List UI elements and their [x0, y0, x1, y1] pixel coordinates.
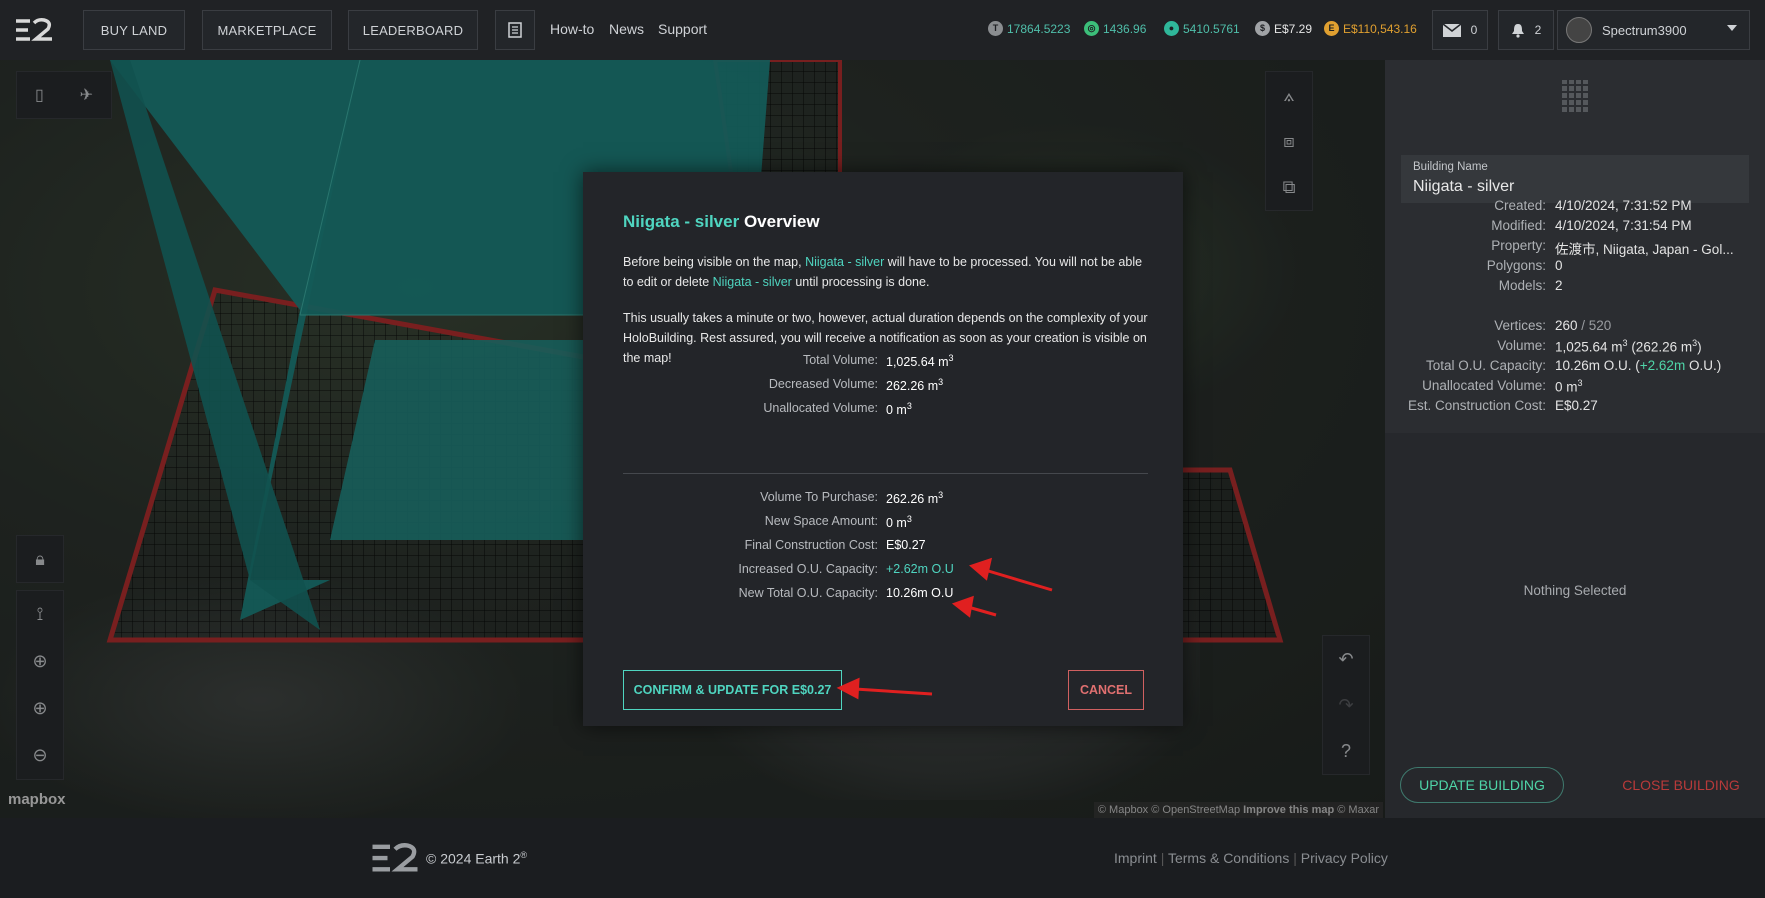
row-label: Total Volume:	[802, 353, 878, 367]
essence-icon: ●	[1164, 21, 1179, 36]
token-icon: T	[988, 21, 1003, 36]
confirm-update-button[interactable]: CONFIRM & UPDATE FOR E$0.27	[623, 670, 842, 710]
earth2-logo[interactable]	[370, 843, 420, 873]
copyright: © 2024 Earth 2®	[426, 850, 528, 867]
purchase-row: Final Construction Cost: E$0.27	[623, 538, 1148, 558]
top-nav-bar: BUY LAND MARKETPLACE LEADERBOARD How-to …	[0, 0, 1765, 60]
token-stat-3[interactable]: ● 5410.5761	[1164, 21, 1240, 36]
divider	[623, 473, 1148, 474]
building-icon	[1560, 80, 1588, 114]
token-stat-2[interactable]: ◎ 1436.96	[1084, 21, 1146, 36]
imprint-link[interactable]: Imprint	[1114, 850, 1157, 866]
earth2-logo[interactable]	[14, 18, 54, 42]
dialog-paragraph-1: Before being visible on the map, Niigata…	[623, 255, 1143, 289]
coin-icon: E	[1324, 21, 1339, 36]
prop-row: Polygons: 0	[1486, 258, 1563, 273]
avatar	[1566, 17, 1592, 43]
prop-row: Property: 佐渡市, Niigata, Japan - Gol...	[1491, 238, 1734, 257]
marketplace-button[interactable]: MARKETPLACE	[202, 10, 332, 50]
dialog-title: Niigata - silver Overview	[623, 212, 820, 231]
purchase-row: New Space Amount: 0 m3	[623, 514, 1148, 534]
prop-vertices: Vertices: 260 / 520	[1494, 318, 1612, 333]
row-value: E$0.27	[886, 538, 926, 552]
total-stat[interactable]: E E$110,543.16	[1324, 21, 1417, 36]
purchase-row: Volume To Purchase: 262.26 m3	[623, 490, 1148, 510]
prop-row: Created: 4/10/2024, 7:31:52 PM	[1494, 198, 1692, 213]
row-value: 10.26m O.U	[886, 586, 954, 600]
news-link[interactable]: News	[609, 21, 644, 37]
prop-volume: Volume: 1,025.64 m3 (262.26 m3)	[1497, 338, 1702, 355]
row-value: 0 m3	[886, 514, 912, 531]
chevron-down-icon	[1727, 25, 1737, 31]
footer-links: Imprint | Terms & Conditions | Privacy P…	[1114, 850, 1388, 866]
prop-row: Modified: 4/10/2024, 7:31:54 PM	[1491, 218, 1692, 233]
nothing-selected: Nothing Selected	[1523, 583, 1627, 598]
row-value: 262.26 m3	[886, 490, 944, 507]
cancel-button[interactable]: CANCEL	[1068, 670, 1144, 710]
prop-row: Models: 2	[1498, 278, 1563, 293]
row-label: Increased O.U. Capacity:	[738, 562, 878, 576]
user-menu[interactable]: Spectrum3900	[1557, 10, 1750, 50]
username: Spectrum3900	[1602, 22, 1687, 38]
purchase-row: Increased O.U. Capacity: +2.62m O.U	[623, 562, 1148, 582]
ether-icon: ◎	[1084, 21, 1099, 36]
terms-link[interactable]: Terms & Conditions	[1168, 850, 1289, 866]
volume-row: Decreased Volume: 262.26 m3	[623, 377, 1148, 397]
prop-ou-capacity: Total O.U. Capacity: 10.26m O.U. (+2.62m …	[1425, 358, 1722, 373]
purchase-row: New Total O.U. Capacity: 10.26m O.U	[623, 586, 1148, 606]
mail-icon	[1442, 23, 1461, 37]
overview-dialog: Niigata - silver Overview Before being v…	[583, 172, 1183, 726]
row-label: New Total O.U. Capacity:	[738, 586, 878, 600]
row-label: Unallocated Volume:	[763, 401, 878, 415]
volume-row: Unallocated Volume: 0 m3	[623, 401, 1148, 421]
token-stat-1[interactable]: T 17864.5223	[988, 21, 1070, 36]
prop-unallocated: Unallocated Volume: 0 m3	[1422, 378, 1583, 395]
support-link[interactable]: Support	[658, 21, 707, 37]
howto-link[interactable]: How-to	[550, 21, 594, 37]
buy-land-button[interactable]: BUY LAND	[83, 10, 185, 50]
leaderboard-button[interactable]: LEADERBOARD	[348, 10, 478, 50]
balance-stat[interactable]: $ E$7.29	[1255, 21, 1312, 36]
row-label: New Space Amount:	[764, 514, 878, 528]
building-panel: Building Name Niigata - silver Created: 4…	[1385, 60, 1765, 818]
footer: © 2024 Earth 2® Imprint | Terms & Condit…	[0, 818, 1765, 898]
row-value: +2.62m O.U	[886, 562, 954, 576]
volume-row: Total Volume: 1,025.64 m3	[623, 353, 1148, 373]
bell-icon	[1511, 23, 1524, 38]
row-label: Decreased Volume:	[768, 377, 878, 391]
privacy-link[interactable]: Privacy Policy	[1301, 850, 1388, 866]
update-building-button[interactable]: UPDATE BUILDING	[1400, 767, 1564, 803]
row-value: 0 m3	[886, 401, 912, 418]
row-value: 1,025.64 m3	[886, 353, 954, 370]
prop-cost: Est. Construction Cost: E$0.27	[1407, 398, 1598, 413]
document-icon[interactable]	[495, 10, 535, 50]
dollar-icon: $	[1255, 21, 1270, 36]
row-label: Final Construction Cost:	[744, 538, 878, 552]
mail-button[interactable]: 0	[1432, 10, 1488, 50]
row-value: 262.26 m3	[886, 377, 944, 394]
notifications-button[interactable]: 2	[1498, 10, 1554, 50]
building-name-field[interactable]: Building Name Niigata - silver	[1401, 155, 1749, 203]
row-label: Volume To Purchase:	[760, 490, 878, 504]
close-building-button[interactable]: CLOSE BUILDING	[1611, 767, 1751, 803]
